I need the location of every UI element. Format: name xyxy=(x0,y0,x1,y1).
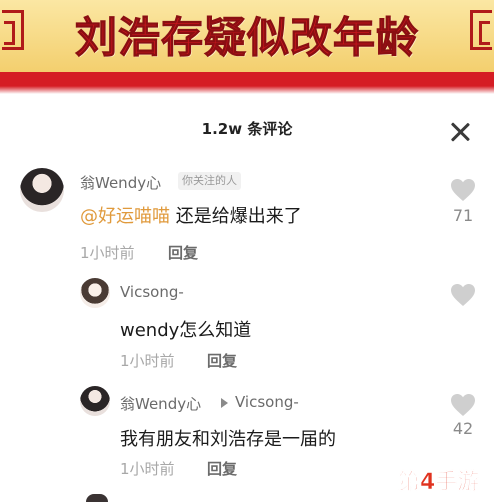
comment-username[interactable]: Vicsong- xyxy=(120,283,184,301)
avatar[interactable] xyxy=(80,278,110,308)
reply-arrow-icon xyxy=(221,398,228,408)
like-count: 42 xyxy=(452,419,474,438)
avatar[interactable] xyxy=(80,386,110,416)
comment-time: 1小时前 xyxy=(80,244,135,262)
close-icon[interactable] xyxy=(448,120,472,144)
like-heart-icon[interactable] xyxy=(450,283,476,307)
avatar xyxy=(86,494,108,502)
banner-fade xyxy=(0,86,494,94)
comment-time: 1小时前 xyxy=(120,460,175,478)
comment-text: wendy怎么知道 xyxy=(120,320,252,341)
watermark-logo: 第4手游 xyxy=(398,470,480,496)
like-heart-icon[interactable] xyxy=(450,393,476,417)
comment-time: 1小时前 xyxy=(120,352,175,370)
comment-username[interactable]: 翁Wendy心 xyxy=(120,393,201,414)
comment-text: 我有朋友和刘浩存是一届的 xyxy=(120,429,336,450)
comment-body: 还是给爆出来了 xyxy=(170,206,302,227)
mention-link[interactable]: @好运喵喵 xyxy=(80,206,170,227)
comment-username[interactable]: 翁Wendy心 xyxy=(80,172,161,193)
reply-button[interactable]: 回复 xyxy=(207,458,237,479)
like-count: 71 xyxy=(452,206,474,225)
banner-red-stripe xyxy=(0,72,494,86)
like-heart-icon[interactable] xyxy=(450,178,476,202)
banner-headline: 刘浩存疑似改年龄 xyxy=(74,13,419,63)
title-banner: 刘浩存疑似改年龄 xyxy=(0,0,494,94)
reply-to-username[interactable]: Vicsong- xyxy=(235,393,299,411)
reply-button[interactable]: 回复 xyxy=(207,350,237,371)
avatar[interactable] xyxy=(20,168,64,212)
following-badge: 你关注的人 xyxy=(178,172,241,190)
reply-button[interactable]: 回复 xyxy=(168,242,198,263)
comment-count-title: 1.2w 条评论 xyxy=(201,120,293,138)
comment-text: @好运喵喵 还是给爆出来了 xyxy=(80,202,302,228)
